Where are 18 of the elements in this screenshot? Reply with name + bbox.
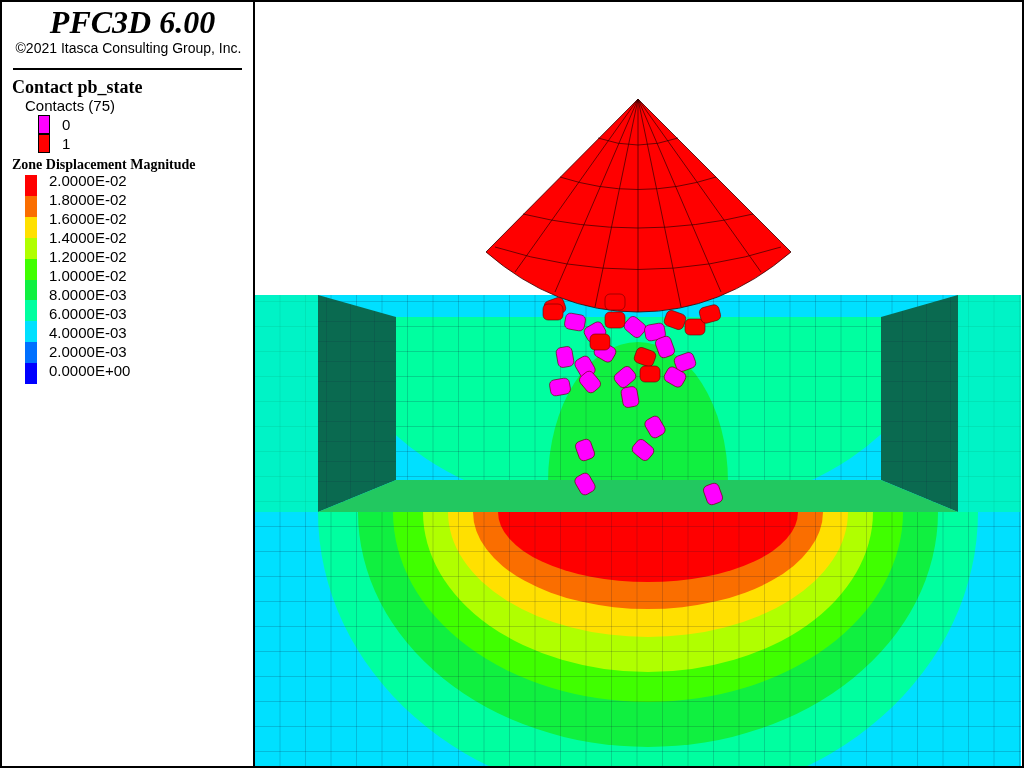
legend-value: 4.0000E-03	[49, 323, 128, 342]
legend-value: 1.4000E-02	[49, 228, 128, 247]
legend-title: Zone Displacement Magnitude	[12, 156, 197, 173]
legend-value: 0.0000E+00	[49, 361, 131, 380]
legend-value: 1.2000E-02	[49, 247, 128, 266]
legend-title: Contact pb_state	[12, 77, 144, 97]
legend-value: 1.8000E-02	[49, 190, 128, 209]
legend-label: 1	[62, 135, 71, 152]
legend-subtitle: Contacts (75)	[25, 97, 117, 115]
legend-value: 2.0000E-02	[49, 172, 128, 190]
legend-value: 8.0000E-03	[49, 285, 128, 304]
legend-label: 0	[62, 116, 71, 133]
legend-value: 1.6000E-02	[49, 209, 128, 228]
program-title: PFC3D 6.00	[48, 4, 217, 40]
legend-value: 6.0000E-03	[49, 304, 128, 323]
legend-value: 2.0000E-03	[49, 342, 128, 361]
copyright-text: ©2021 Itasca Consulting Group, Inc.	[14, 40, 243, 56]
legend-value: 1.0000E-02	[49, 266, 128, 285]
